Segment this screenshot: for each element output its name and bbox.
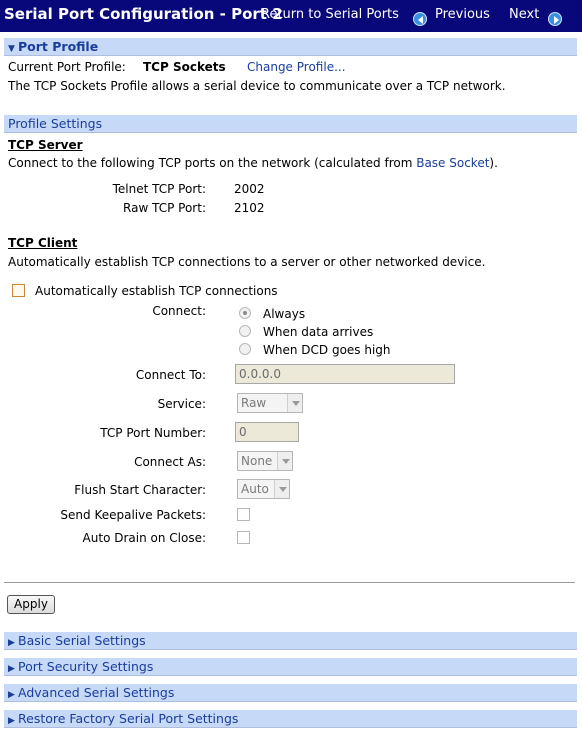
- connect-as-label: Connect As:: [134, 455, 206, 469]
- triangle-down-icon: ▼: [8, 44, 15, 54]
- flush-start-character-select[interactable]: Auto: [237, 479, 290, 499]
- connect-option-when-dcd: When DCD goes high: [263, 343, 391, 357]
- send-keepalive-label: Send Keepalive Packets:: [60, 508, 206, 522]
- service-select-value: Raw: [241, 396, 267, 410]
- connect-label: Connect:: [152, 304, 206, 318]
- divider: [4, 582, 575, 583]
- advanced-serial-settings-bar[interactable]: ▶ Advanced Serial Settings: [4, 684, 577, 702]
- connect-when-data-radio[interactable]: [239, 325, 251, 337]
- basic-serial-settings-label: Basic Serial Settings: [18, 633, 146, 648]
- next-arrow-icon[interactable]: [548, 12, 562, 26]
- service-label: Service:: [157, 397, 206, 411]
- tcp-client-heading: TCP Client: [8, 236, 78, 250]
- telnet-tcp-port-label: Telnet TCP Port:: [112, 182, 206, 196]
- triangle-right-icon: ▶: [8, 664, 15, 674]
- flush-start-character-label: Flush Start Character:: [74, 483, 206, 497]
- raw-tcp-port-label: Raw TCP Port:: [123, 201, 206, 215]
- page-header: Serial Port Configuration - Port 2 Retur…: [0, 0, 582, 32]
- auto-establish-checkbox[interactable]: [12, 284, 25, 297]
- triangle-right-icon: ▶: [8, 638, 15, 648]
- profile-description: The TCP Sockets Profile allows a serial …: [8, 79, 506, 93]
- return-to-serial-ports-link[interactable]: Return to Serial Ports: [261, 7, 399, 22]
- connect-as-select-value: None: [241, 454, 273, 468]
- connect-option-when-data: When data arrives: [263, 325, 374, 339]
- change-profile-link[interactable]: Change Profile...: [247, 60, 346, 74]
- port-profile-section-label: Port Profile: [18, 39, 99, 54]
- connect-to-input[interactable]: 0.0.0.0: [235, 364, 455, 384]
- advanced-serial-settings-label: Advanced Serial Settings: [18, 685, 175, 700]
- tcp-server-description: Connect to the following TCP ports on th…: [8, 156, 498, 170]
- send-keepalive-checkbox[interactable]: [237, 508, 250, 521]
- port-security-settings-label: Port Security Settings: [18, 659, 154, 674]
- base-socket-link[interactable]: Base Socket: [416, 156, 489, 170]
- basic-serial-settings-bar[interactable]: ▶ Basic Serial Settings: [4, 632, 577, 650]
- auto-establish-label: Automatically establish TCP connections: [35, 284, 278, 298]
- connect-to-label: Connect To:: [135, 368, 206, 382]
- auto-drain-label: Auto Drain on Close:: [82, 531, 206, 545]
- tcp-server-heading: TCP Server: [8, 138, 83, 152]
- restore-factory-settings-label: Restore Factory Serial Port Settings: [18, 711, 239, 726]
- connect-option-always: Always: [263, 307, 306, 321]
- port-security-settings-bar[interactable]: ▶ Port Security Settings: [4, 658, 577, 676]
- service-select[interactable]: Raw: [237, 393, 303, 413]
- connect-when-dcd-radio[interactable]: [239, 343, 251, 355]
- tcp-client-description: Automatically establish TCP connections …: [8, 255, 486, 269]
- triangle-right-icon: ▶: [8, 690, 15, 700]
- profile-settings-section-bar: Profile Settings: [4, 115, 577, 133]
- triangle-right-icon: ▶: [8, 716, 15, 726]
- chevron-down-icon: [287, 394, 302, 412]
- previous-link[interactable]: Previous: [435, 7, 490, 22]
- previous-arrow-icon[interactable]: [413, 12, 427, 26]
- current-profile-label: Current Port Profile:: [8, 60, 126, 74]
- chevron-down-icon: [277, 452, 292, 470]
- connect-as-select[interactable]: None: [237, 451, 293, 471]
- profile-settings-label: Profile Settings: [8, 116, 103, 131]
- apply-button[interactable]: Apply: [7, 595, 55, 614]
- chevron-down-icon: [274, 480, 289, 498]
- tcp-port-number-label: TCP Port Number:: [100, 426, 206, 440]
- raw-tcp-port-value: 2102: [234, 201, 265, 215]
- next-link[interactable]: Next: [509, 7, 539, 22]
- restore-factory-settings-bar[interactable]: ▶ Restore Factory Serial Port Settings: [4, 710, 577, 728]
- flush-start-character-value: Auto: [241, 482, 269, 496]
- port-profile-section-bar[interactable]: ▼ Port Profile: [4, 38, 577, 56]
- auto-drain-checkbox[interactable]: [237, 531, 250, 544]
- page-title: Serial Port Configuration - Port 2: [4, 5, 283, 23]
- current-profile-value: TCP Sockets: [143, 60, 226, 74]
- telnet-tcp-port-value: 2002: [234, 182, 265, 196]
- tcp-port-number-input[interactable]: 0: [235, 422, 299, 442]
- connect-always-radio[interactable]: [239, 307, 251, 319]
